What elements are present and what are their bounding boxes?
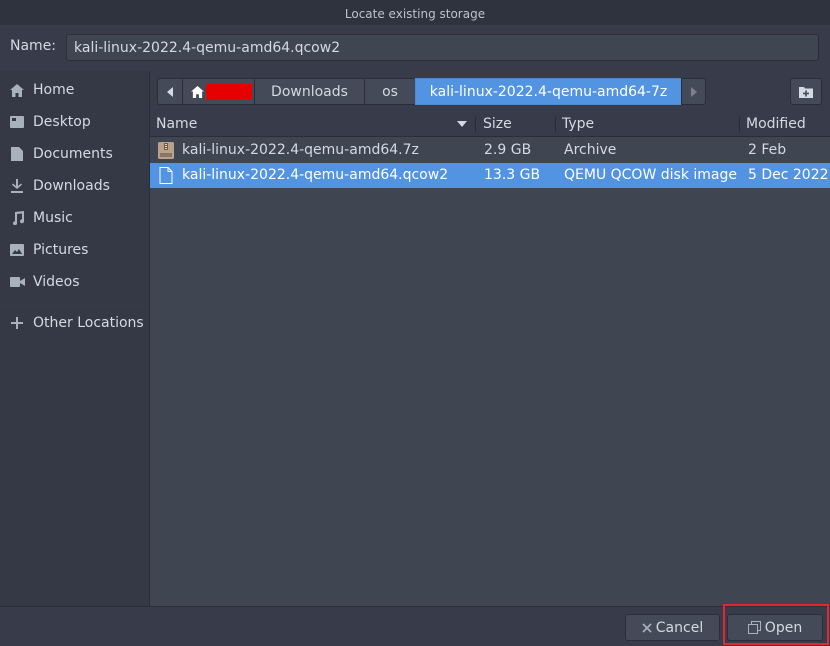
- close-icon: [642, 622, 652, 633]
- column-separator: [555, 116, 556, 133]
- column-header-type[interactable]: Type: [562, 112, 594, 137]
- file-list[interactable]: Name Size Type Modified kali-linux-2022.…: [150, 112, 830, 606]
- music-icon: [9, 210, 25, 226]
- path-bar: Downloads os kali-linux-2022.4-qemu-amd6…: [157, 78, 706, 105]
- file-row[interactable]: kali-linux-2022.4-qemu-amd64.7z 2.9 GB A…: [150, 138, 830, 163]
- sidebar-item-home[interactable]: Home: [0, 75, 149, 105]
- path-crumb-current[interactable]: kali-linux-2022.4-qemu-amd64-7z: [415, 78, 681, 105]
- file-list-header: Name Size Type Modified: [150, 112, 830, 137]
- sidebar-item-documents[interactable]: Documents: [0, 139, 149, 169]
- path-crumb-home[interactable]: [182, 78, 254, 105]
- filename-input[interactable]: [66, 34, 819, 61]
- new-folder-button[interactable]: [790, 78, 822, 105]
- dialog-title: Locate existing storage: [0, 4, 830, 25]
- sidebar-item-label: Music: [33, 210, 73, 226]
- path-crumb-downloads[interactable]: Downloads: [254, 78, 364, 105]
- sidebar-item-label: Downloads: [33, 178, 110, 194]
- home-icon: [9, 82, 25, 98]
- documents-icon: [9, 146, 25, 162]
- name-bar: Name:: [0, 25, 830, 71]
- sidebar-item-label: Videos: [33, 274, 80, 290]
- desktop-icon: [9, 114, 25, 130]
- file-modified: 2 Feb: [748, 142, 787, 158]
- main-pane: Downloads os kali-linux-2022.4-qemu-amd6…: [150, 71, 830, 606]
- sidebar-item-other-locations[interactable]: Other Locations: [0, 308, 149, 338]
- redacted-username: [206, 83, 252, 100]
- column-separator: [475, 116, 476, 133]
- path-back-button[interactable]: [157, 78, 182, 105]
- file-modified: 5 Dec 2022: [748, 167, 829, 183]
- videos-icon: [9, 274, 25, 290]
- sidebar-item-label: Other Locations: [33, 315, 144, 331]
- sidebar-item-label: Pictures: [33, 242, 89, 258]
- file-name: kali-linux-2022.4-qemu-amd64.qcow2: [182, 167, 449, 183]
- sidebar-item-label: Home: [33, 82, 75, 98]
- crumb-label: kali-linux-2022.4-qemu-amd64-7z: [429, 83, 668, 100]
- file-size: 13.3 GB: [484, 167, 541, 183]
- path-crumb-os[interactable]: os: [364, 78, 415, 105]
- sidebar-item-label: Desktop: [33, 114, 91, 130]
- places-sidebar: Home Desktop Documents Downloads Music P…: [0, 71, 150, 606]
- cancel-button[interactable]: Cancel: [625, 614, 720, 641]
- column-header-name[interactable]: Name: [156, 112, 197, 137]
- sort-desc-icon[interactable]: [457, 121, 467, 127]
- chevron-right-icon: [691, 86, 697, 97]
- sidebar-item-desktop[interactable]: Desktop: [0, 107, 149, 137]
- file-size: 2.9 GB: [484, 142, 532, 158]
- file-icon: [159, 167, 173, 184]
- open-button-highlight: [723, 604, 829, 645]
- sidebar-item-pictures[interactable]: Pictures: [0, 235, 149, 265]
- cancel-label: Cancel: [655, 619, 704, 636]
- column-header-modified[interactable]: Modified: [746, 112, 806, 137]
- sidebar-item-downloads[interactable]: Downloads: [0, 171, 149, 201]
- column-header-size[interactable]: Size: [483, 112, 512, 137]
- downloads-icon: [9, 178, 25, 194]
- column-separator: [739, 116, 740, 133]
- file-type: Archive: [564, 142, 617, 158]
- file-row-selected[interactable]: kali-linux-2022.4-qemu-amd64.qcow2 13.3 …: [150, 163, 830, 188]
- home-icon: [191, 85, 204, 98]
- action-bar: Cancel Open: [0, 606, 830, 646]
- pictures-icon: [9, 242, 25, 258]
- new-folder-icon: [799, 86, 813, 98]
- sidebar-item-music[interactable]: Music: [0, 203, 149, 233]
- name-label: Name:: [10, 38, 57, 54]
- file-chooser-dialog: Locate existing storage Name: Home Deskt…: [0, 0, 830, 646]
- path-forward-button[interactable]: [681, 78, 706, 105]
- file-type: QEMU QCOW disk image: [564, 167, 737, 183]
- sidebar-item-label: Documents: [33, 146, 113, 162]
- file-name: kali-linux-2022.4-qemu-amd64.7z: [182, 142, 419, 158]
- sidebar-item-videos[interactable]: Videos: [0, 267, 149, 297]
- crumb-label: Downloads: [271, 83, 348, 100]
- chevron-left-icon: [166, 86, 173, 97]
- crumb-label: os: [382, 83, 398, 100]
- archive-icon: [158, 142, 174, 159]
- plus-icon: [9, 315, 25, 331]
- sidebar-separator: [0, 305, 149, 306]
